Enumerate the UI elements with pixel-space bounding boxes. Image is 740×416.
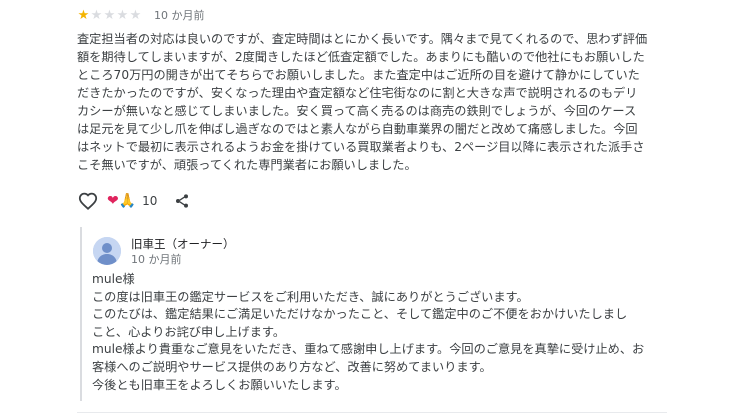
reply-text-line: mule様 [92, 272, 135, 286]
review-actions: ❤ 🙏 10 [77, 190, 193, 212]
like-button[interactable] [77, 190, 99, 212]
reply-text-line: 今後とも旧車王をよろしくお願いいたします。 [92, 377, 347, 392]
owner-name: 旧車王（オーナー） [131, 237, 235, 251]
review-text-line: だきたかったのですが、安くなった理由や査定額など住宅街なのに割と大きな声で説明さ… [77, 86, 638, 100]
heart-outline-icon [78, 192, 98, 210]
heart-reaction-icon: ❤ [107, 193, 119, 209]
review-text-line: ところ70万円の開きが出てそちらでお願いしました。また査定中はご近所の目を避けて… [77, 68, 640, 82]
reply-text-line: この度は旧車王の鑑定サービスをご利用いただき、誠にありがとうございます。 [92, 289, 529, 304]
star-empty-icon: ★ [129, 7, 142, 23]
reply-text-line: 客様へのご説明やサービス提供のあり方など、改善に努めてまいります。 [92, 359, 492, 374]
review-text-line: は足元を見て少し爪を伸ばし過ぎなのではと素人ながら自動車業界の闇だと改めて痛感し… [77, 122, 638, 136]
reply-time: 10 か月前 [131, 253, 182, 266]
person-icon [93, 237, 121, 265]
star-empty-icon: ★ [103, 7, 116, 23]
review-meta: ★ ★ ★ ★ ★ 10 か月前 [77, 6, 205, 24]
divider [77, 412, 667, 413]
reply-text-line: こと、心よりお詫び申し上げます。 [92, 324, 286, 339]
reply-indent-bar [80, 227, 82, 401]
review-text: 査定担当者の対応は良いのですが、査定時間はとにかく長いです。隅々まで見てくれるの… [77, 30, 667, 174]
review-time: 10 か月前 [154, 9, 205, 22]
reply-text: mule様この度は旧車王の鑑定サービスをご利用いただき、誠にありがとうございます… [92, 271, 662, 394]
reaction-count: 10 [142, 194, 158, 208]
review-text-line: カシーが無いなと感じてしまいました。安く買って高く売るのは商売の鉄則でしょうが、… [77, 104, 637, 118]
share-icon [176, 194, 189, 208]
review-text-line: はネットで最初に表示されるようお金を掛けている買取業者よりも、2ページ目以降に表… [77, 140, 645, 154]
reply-text-line: このたびは、鑑定結果にご満足いただけなかったこと、そして鑑定中のご不便をおかけい… [92, 307, 628, 322]
star-filled-icon: ★ [77, 7, 90, 23]
review-text-line: 額を期待してしまいますが、2度聞きしたほど低査定額でした。あまりにも酷いので他社… [77, 50, 645, 64]
reply-text-line: mule様より貴重なご意見をいただき、重ねて感謝申し上げます。今回のご意見を真摯… [92, 342, 645, 357]
star-empty-icon: ★ [116, 7, 129, 23]
owner-reply: 旧車王（オーナー） 10 か月前 mule様この度は旧車王の鑑定サービスをご利用… [77, 227, 667, 401]
star-rating: ★ ★ ★ ★ ★ [77, 9, 142, 22]
reaction-summary[interactable]: ❤ 🙏 10 [107, 194, 157, 208]
share-button[interactable] [171, 190, 193, 212]
star-empty-icon: ★ [90, 7, 103, 23]
avatar[interactable] [93, 237, 121, 265]
review-text-line: こそ無いですが、頑張ってくれた専門業者にお願いしました。 [77, 158, 417, 172]
review-text-line: 査定担当者の対応は良いのですが、査定時間はとにかく長いです。隅々まで見てくれるの… [77, 32, 648, 46]
pray-reaction-icon: 🙏 [118, 193, 137, 209]
